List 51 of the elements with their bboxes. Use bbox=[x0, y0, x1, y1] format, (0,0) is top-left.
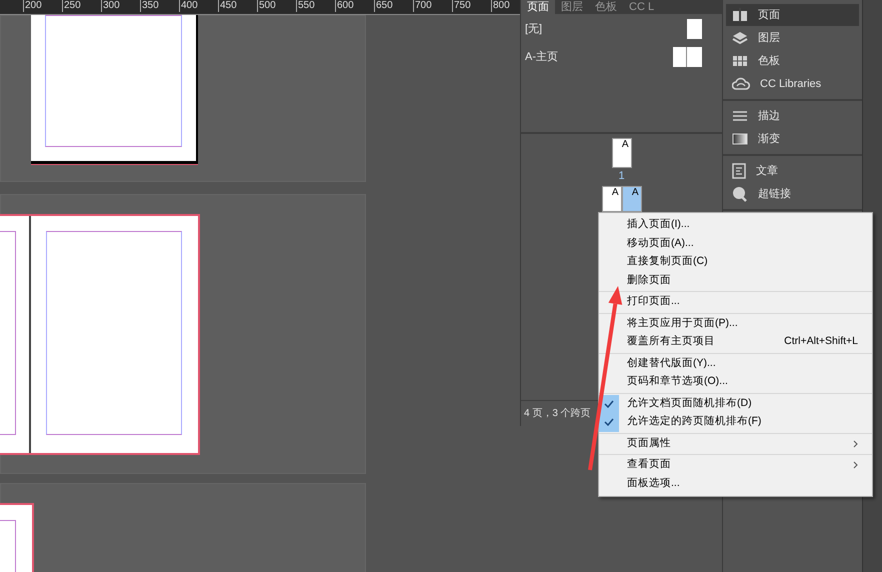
dock-panel-button[interactable]: 图层 bbox=[726, 27, 859, 49]
menu-item[interactable]: 移动页面(A)... bbox=[599, 234, 872, 253]
page-thumbnail[interactable]: A bbox=[602, 186, 622, 212]
dock-panel-button[interactable]: 渐变 bbox=[726, 128, 859, 150]
menu-item[interactable]: 删除页面 bbox=[599, 272, 872, 290]
story-icon bbox=[732, 163, 746, 179]
dock-panel-button[interactable]: 描边 bbox=[726, 105, 859, 127]
dock-panel-button[interactable]: 文章 bbox=[726, 160, 859, 182]
swatches-icon bbox=[732, 55, 748, 67]
menu-item[interactable]: 查看页面 bbox=[599, 456, 872, 474]
master-thumbnail[interactable] bbox=[673, 47, 702, 67]
menu-item[interactable]: 允许文档页面随机排布(D) bbox=[599, 394, 872, 413]
dock-panel-button[interactable]: CC Libraries bbox=[726, 73, 859, 95]
dock-panel-button[interactable]: 页面 bbox=[726, 4, 859, 26]
ruler-label: 700 bbox=[413, 0, 452, 12]
page-thumbnail[interactable]: A bbox=[622, 186, 642, 212]
menu-item[interactable]: 页码和章节选项(O)... bbox=[599, 373, 872, 392]
ruler-label: 600 bbox=[335, 0, 374, 12]
dock-panel-button[interactable]: 色板 bbox=[726, 50, 859, 72]
ruler-label: 350 bbox=[140, 0, 179, 12]
ruler-label: 400 bbox=[179, 0, 218, 12]
menu-item[interactable]: 页面属性 bbox=[599, 434, 872, 453]
ruler-label: 200 bbox=[23, 0, 62, 12]
master-thumbnail[interactable] bbox=[687, 19, 702, 39]
ruler-label: 750 bbox=[452, 0, 491, 12]
menu-item[interactable]: 将主页应用于页面(P)... bbox=[599, 314, 872, 333]
gradient-icon bbox=[732, 133, 748, 145]
master-label[interactable]: A-主页 bbox=[525, 48, 558, 66]
layers-icon bbox=[732, 31, 748, 45]
menu-item[interactable]: 覆盖所有主页项目 Ctrl+Alt+Shift+L bbox=[599, 333, 872, 352]
dock-panel-button[interactable]: 超链接 bbox=[726, 183, 859, 205]
document-page bbox=[0, 503, 34, 572]
page-thumbnail[interactable]: A bbox=[612, 138, 632, 168]
ruler-label: 450 bbox=[218, 0, 257, 12]
menu-item[interactable]: 允许选定的跨页随机排布(F) bbox=[599, 413, 872, 432]
ruler-label: 250 bbox=[62, 0, 101, 12]
menu-item[interactable]: 打印页面... bbox=[599, 293, 872, 312]
menu-item[interactable]: 插入页面(I)... bbox=[599, 216, 872, 234]
menu-item[interactable]: 面板选项... bbox=[599, 474, 872, 493]
ruler-label: 500 bbox=[257, 0, 296, 12]
master-label[interactable]: [无] bbox=[525, 20, 542, 38]
ruler-label: 300 bbox=[101, 0, 140, 12]
menu-item[interactable]: 直接复制页面(C) bbox=[599, 253, 872, 272]
page-count-status: 4 页，3 个跨页 bbox=[524, 407, 591, 421]
cloud-icon bbox=[732, 77, 750, 91]
ruler-label: 650 bbox=[374, 0, 413, 12]
stroke-icon bbox=[732, 110, 748, 122]
pages-icon bbox=[732, 8, 748, 22]
ruler-label: 550 bbox=[296, 0, 335, 12]
page-number: 1 bbox=[618, 169, 625, 184]
menu-item[interactable]: 创建替代版面(Y)... bbox=[599, 354, 872, 373]
